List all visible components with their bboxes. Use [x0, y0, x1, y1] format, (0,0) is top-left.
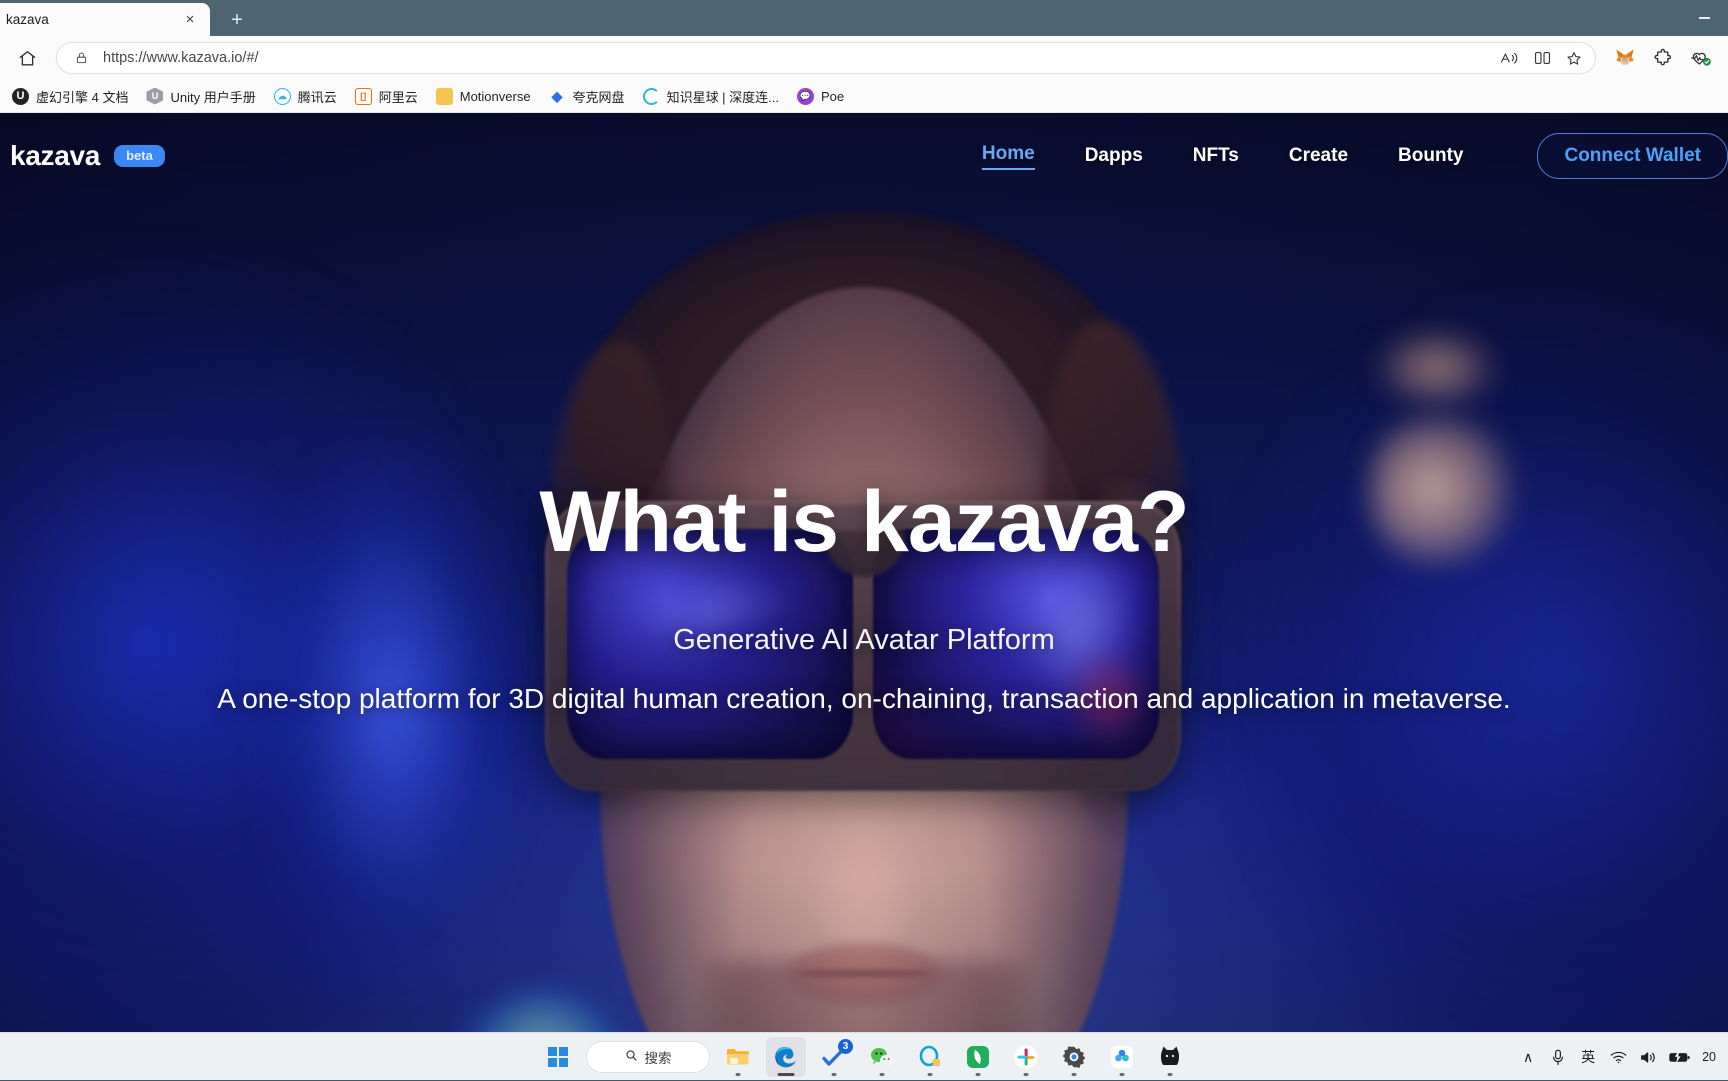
bookmark-label: 知识星球 | 深度连... [667, 87, 779, 106]
hero-background-image [0, 113, 1728, 1080]
browser-tab[interactable]: kazava × [0, 3, 210, 36]
unreal-engine-icon: U [12, 88, 29, 105]
metamask-icon[interactable] [1608, 41, 1642, 75]
aliyun-icon: [] [355, 88, 372, 105]
omnibox-actions [1495, 44, 1589, 72]
clock[interactable]: 20 [1698, 1050, 1720, 1064]
address-bar[interactable]: https://www.kazava.io/#/ [56, 42, 1596, 74]
url-text[interactable]: https://www.kazava.io/#/ [91, 50, 1495, 66]
microsoft-edge-icon[interactable] [766, 1037, 806, 1077]
bookmark-item[interactable]: Motionverse [428, 84, 539, 109]
favorite-star-icon[interactable] [1559, 44, 1589, 72]
system-tray: ∧ 英 [1514, 1033, 1720, 1081]
cloud-sync-icon[interactable] [1102, 1037, 1142, 1077]
new-tab-button[interactable]: + [222, 6, 252, 34]
file-explorer-icon[interactable] [718, 1037, 758, 1077]
window-controls [1680, 0, 1728, 36]
bookmark-item[interactable]: 💬 Poe [789, 84, 852, 109]
tencent-cloud-icon: ☁ [274, 88, 291, 105]
home-icon[interactable] [10, 41, 44, 75]
minimize-button[interactable] [1680, 0, 1728, 36]
read-aloud-icon[interactable] [1495, 44, 1525, 72]
bookmark-item[interactable]: ☁ 腾讯云 [266, 83, 345, 110]
windows-start-icon[interactable] [538, 1037, 578, 1077]
nav-link-nfts[interactable]: NFTs [1193, 145, 1239, 167]
qq-icon[interactable] [910, 1037, 950, 1077]
settings-gear-icon[interactable] [1054, 1037, 1094, 1077]
bookmark-item[interactable]: ◆ 夸克网盘 [541, 83, 633, 110]
black-cat-icon[interactable] [1150, 1037, 1190, 1077]
bookmark-item[interactable]: 知识星球 | 深度连... [635, 83, 787, 110]
taskbar-search-box[interactable]: 搜索 [586, 1041, 710, 1073]
wechat-icon[interactable] [862, 1037, 902, 1077]
slack-icon[interactable] [1006, 1037, 1046, 1077]
bookmark-label: 虚幻引擎 4 文档 [36, 87, 128, 106]
bookmark-label: 阿里云 [379, 87, 418, 106]
bookmark-label: Poe [821, 89, 844, 104]
nav-link-create[interactable]: Create [1289, 145, 1348, 167]
quark-drive-icon: ◆ [549, 88, 566, 105]
extensions-puzzle-icon[interactable] [1646, 41, 1680, 75]
avatar-head-graphic [544, 221, 1184, 1080]
nav-links: Home Dapps NFTs Create Bounty Connect Wa… [982, 133, 1728, 179]
close-icon[interactable]: × [178, 8, 202, 32]
search-label: 搜索 [645, 1047, 672, 1067]
bookmark-label: Unity 用户手册 [170, 87, 255, 106]
nav-link-home[interactable]: Home [982, 143, 1035, 170]
browser-window: kazava × + https://www.kazava.io/#/ [0, 0, 1728, 1080]
tab-title: kazava [0, 12, 178, 27]
search-icon [625, 1049, 638, 1065]
todo-check-icon[interactable]: 3 [814, 1037, 854, 1077]
wifi-icon[interactable] [1604, 1039, 1632, 1075]
unity-icon: U [146, 88, 163, 105]
show-hidden-icons-chevron[interactable]: ∧ [1514, 1039, 1542, 1075]
brand-name: kazava [10, 140, 100, 172]
taskbar-apps: 搜索 [538, 1037, 1190, 1077]
poe-icon: 💬 [797, 88, 814, 105]
nav-link-dapps[interactable]: Dapps [1085, 145, 1143, 167]
ime-language-indicator[interactable]: 英 [1574, 1039, 1602, 1075]
green-app-icon[interactable] [958, 1037, 998, 1077]
bookmark-label: 夸克网盘 [573, 87, 625, 106]
web-page-content: kazava beta Home Dapps NFTs Create Bount… [0, 113, 1728, 1080]
microphone-icon[interactable] [1544, 1039, 1572, 1075]
notification-badge: 3 [838, 1039, 853, 1054]
split-screen-icon[interactable] [1527, 44, 1557, 72]
browser-essentials-icon[interactable] [1684, 41, 1718, 75]
battery-charging-icon[interactable] [1664, 1039, 1696, 1075]
windows-taskbar: 搜索 [0, 1032, 1728, 1080]
browser-titlebar: kazava × + [0, 0, 1728, 36]
lock-icon [71, 48, 91, 68]
beta-badge: beta [114, 145, 165, 167]
browser-toolbar: https://www.kazava.io/#/ [0, 36, 1728, 80]
nav-link-bounty[interactable]: Bounty [1398, 145, 1463, 167]
motionverse-folder-icon [436, 88, 453, 105]
site-brand[interactable]: kazava beta [10, 140, 165, 172]
connect-wallet-button[interactable]: Connect Wallet [1537, 133, 1728, 179]
bookmark-label: 腾讯云 [298, 87, 337, 106]
bookmarks-bar: U 虚幻引擎 4 文档 U Unity 用户手册 ☁ 腾讯云 [] 阿里云 Mo… [0, 80, 1728, 113]
bookmark-item[interactable]: U Unity 用户手册 [138, 83, 263, 110]
bookmark-label: Motionverse [460, 89, 531, 104]
bookmark-item[interactable]: U 虚幻引擎 4 文档 [4, 83, 136, 110]
site-navigation-bar: kazava beta Home Dapps NFTs Create Bount… [0, 113, 1728, 199]
zsxq-icon [643, 88, 660, 105]
avatar-sunglasses-graphic [545, 501, 1181, 791]
volume-icon[interactable] [1634, 1039, 1662, 1075]
bookmark-item[interactable]: [] 阿里云 [347, 83, 426, 110]
